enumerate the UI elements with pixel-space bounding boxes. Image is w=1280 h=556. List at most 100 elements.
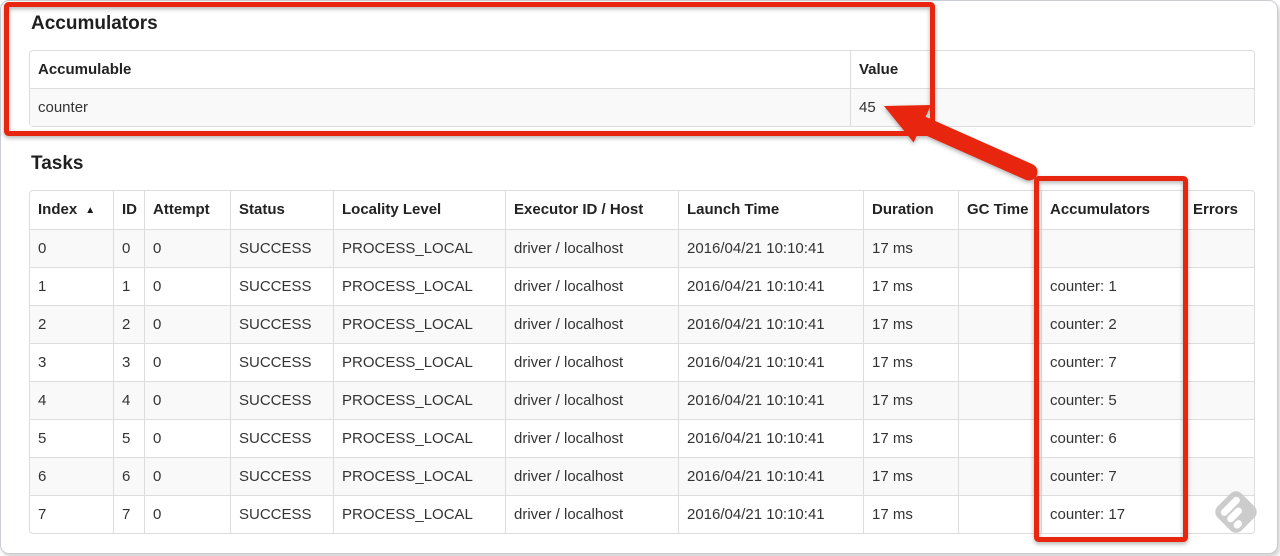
task-locality-cell: PROCESS_LOCAL <box>333 305 505 343</box>
column-header-label: Launch Time <box>687 201 780 218</box>
task-locality-cell: PROCESS_LOCAL <box>333 381 505 419</box>
task-executor-cell: driver / localhost <box>505 267 678 305</box>
task-duration-cell: 17 ms <box>863 305 958 343</box>
column-header-locality-level[interactable]: Locality Level <box>333 191 505 229</box>
task-errors-cell <box>1184 419 1254 457</box>
tasks-section-title: Tasks <box>31 153 84 174</box>
task-index-cell: 4 <box>30 381 113 419</box>
task-executor-cell: driver / localhost <box>505 419 678 457</box>
column-header-label: Locality Level <box>342 201 442 218</box>
task-id-cell: 4 <box>113 381 144 419</box>
task-attempt-cell: 0 <box>144 343 230 381</box>
task-gc-time-cell <box>958 229 1041 267</box>
task-status-cell: SUCCESS <box>230 381 333 419</box>
accumulable-value-cell: 45 <box>850 88 1254 126</box>
column-header-id[interactable]: ID <box>113 191 144 229</box>
task-attempt-cell: 0 <box>144 305 230 343</box>
task-duration-cell: 17 ms <box>863 229 958 267</box>
task-row: 6 6 0 SUCCESS PROCESS_LOCAL driver / loc… <box>30 457 1254 495</box>
task-errors-cell <box>1184 343 1254 381</box>
task-accumulators-cell <box>1041 229 1184 267</box>
task-errors-cell <box>1184 267 1254 305</box>
task-row: 7 7 0 SUCCESS PROCESS_LOCAL driver / loc… <box>30 495 1254 533</box>
task-locality-cell: PROCESS_LOCAL <box>333 343 505 381</box>
task-row: 3 3 0 SUCCESS PROCESS_LOCAL driver / loc… <box>30 343 1254 381</box>
task-errors-cell <box>1184 381 1254 419</box>
task-accumulators-cell: counter: 7 <box>1041 343 1184 381</box>
task-attempt-cell: 0 <box>144 229 230 267</box>
task-executor-cell: driver / localhost <box>505 381 678 419</box>
task-locality-cell: PROCESS_LOCAL <box>333 419 505 457</box>
column-header-launch-time[interactable]: Launch Time <box>678 191 863 229</box>
column-header-executor-id-host[interactable]: Executor ID / Host <box>505 191 678 229</box>
tasks-table: Index ▲ ID Attempt Status Locality Level … <box>29 190 1255 534</box>
column-header-attempt[interactable]: Attempt <box>144 191 230 229</box>
task-launch-time-cell: 2016/04/21 10:10:41 <box>678 495 863 533</box>
task-index-cell: 6 <box>30 457 113 495</box>
accumulable-name-cell: counter <box>30 88 850 126</box>
task-row: 1 1 0 SUCCESS PROCESS_LOCAL driver / loc… <box>30 267 1254 305</box>
task-gc-time-cell <box>958 305 1041 343</box>
task-executor-cell: driver / localhost <box>505 343 678 381</box>
column-header-accumulable[interactable]: Accumulable <box>30 51 850 88</box>
accumulators-section-title: Accumulators <box>31 13 158 34</box>
task-duration-cell: 17 ms <box>863 495 958 533</box>
task-id-cell: 5 <box>113 419 144 457</box>
task-launch-time-cell: 2016/04/21 10:10:41 <box>678 305 863 343</box>
task-executor-cell: driver / localhost <box>505 495 678 533</box>
task-row: 5 5 0 SUCCESS PROCESS_LOCAL driver / loc… <box>30 419 1254 457</box>
task-status-cell: SUCCESS <box>230 267 333 305</box>
task-id-cell: 7 <box>113 495 144 533</box>
task-id-cell: 6 <box>113 457 144 495</box>
task-index-cell: 3 <box>30 343 113 381</box>
column-header-status[interactable]: Status <box>230 191 333 229</box>
task-duration-cell: 17 ms <box>863 419 958 457</box>
column-header-duration[interactable]: Duration <box>863 191 958 229</box>
task-attempt-cell: 0 <box>144 495 230 533</box>
column-header-index[interactable]: Index ▲ <box>30 191 113 229</box>
column-header-gc-time[interactable]: GC Time <box>958 191 1041 229</box>
task-accumulators-cell: counter: 17 <box>1041 495 1184 533</box>
task-locality-cell: PROCESS_LOCAL <box>333 495 505 533</box>
task-gc-time-cell <box>958 381 1041 419</box>
column-header-label: GC Time <box>967 201 1029 218</box>
task-accumulators-cell: counter: 6 <box>1041 419 1184 457</box>
column-header-errors[interactable]: Errors <box>1184 191 1254 229</box>
task-status-cell: SUCCESS <box>230 419 333 457</box>
task-status-cell: SUCCESS <box>230 457 333 495</box>
task-status-cell: SUCCESS <box>230 229 333 267</box>
column-header-accumulators[interactable]: Accumulators <box>1041 191 1184 229</box>
task-row: 4 4 0 SUCCESS PROCESS_LOCAL driver / loc… <box>30 381 1254 419</box>
spark-stage-page: Accumulators Accumulable Value counter 4… <box>0 0 1278 554</box>
column-header-label: Value <box>859 61 899 78</box>
task-attempt-cell: 0 <box>144 267 230 305</box>
task-gc-time-cell <box>958 343 1041 381</box>
accumulators-table: Accumulable Value counter 45 <box>29 50 1255 127</box>
sort-ascending-icon: ▲ <box>85 205 96 216</box>
task-attempt-cell: 0 <box>144 381 230 419</box>
task-launch-time-cell: 2016/04/21 10:10:41 <box>678 419 863 457</box>
column-header-label: Errors <box>1193 201 1239 218</box>
task-errors-cell <box>1184 495 1254 533</box>
task-row: 0 0 0 SUCCESS PROCESS_LOCAL driver / loc… <box>30 229 1254 267</box>
task-launch-time-cell: 2016/04/21 10:10:41 <box>678 343 863 381</box>
task-accumulators-cell: counter: 5 <box>1041 381 1184 419</box>
task-status-cell: SUCCESS <box>230 343 333 381</box>
column-header-label: Accumulable <box>38 61 132 78</box>
task-id-cell: 0 <box>113 229 144 267</box>
task-index-cell: 1 <box>30 267 113 305</box>
task-row: 2 2 0 SUCCESS PROCESS_LOCAL driver / loc… <box>30 305 1254 343</box>
task-launch-time-cell: 2016/04/21 10:10:41 <box>678 229 863 267</box>
column-header-value[interactable]: Value <box>850 51 1254 88</box>
task-gc-time-cell <box>958 457 1041 495</box>
task-index-cell: 7 <box>30 495 113 533</box>
task-attempt-cell: 0 <box>144 419 230 457</box>
column-header-label: Index <box>38 201 78 218</box>
task-launch-time-cell: 2016/04/21 10:10:41 <box>678 267 863 305</box>
column-header-label: Accumulators <box>1050 201 1151 218</box>
column-header-label: Duration <box>872 201 934 218</box>
column-header-label: Status <box>239 201 285 218</box>
task-status-cell: SUCCESS <box>230 495 333 533</box>
task-accumulators-cell: counter: 1 <box>1041 267 1184 305</box>
task-id-cell: 2 <box>113 305 144 343</box>
